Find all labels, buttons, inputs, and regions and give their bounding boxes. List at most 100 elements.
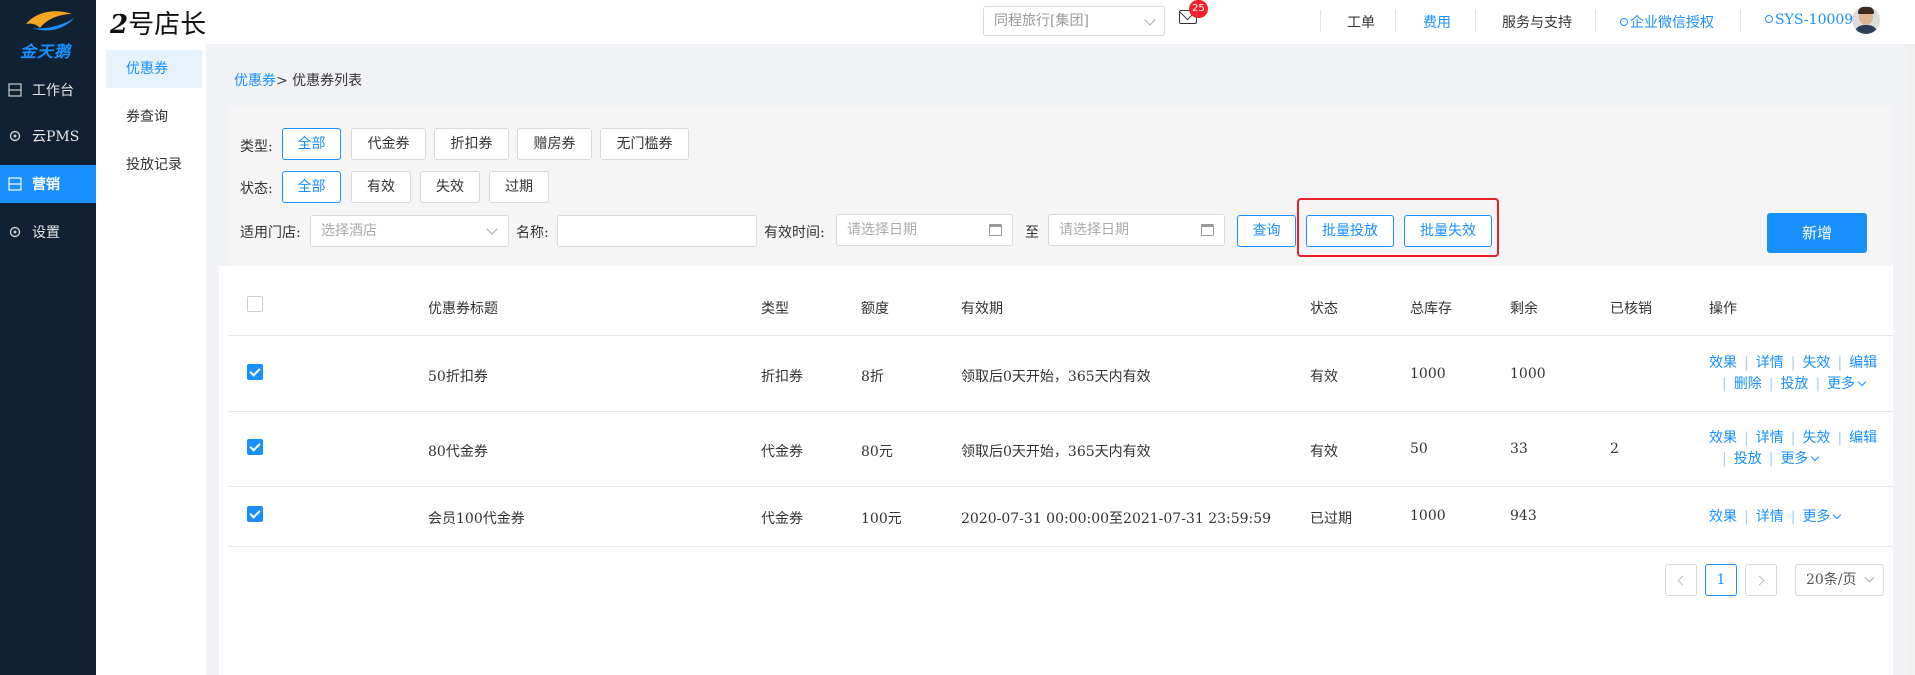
fee-link[interactable]: 费用 bbox=[1423, 12, 1451, 32]
store-select[interactable]: 选择酒店 bbox=[310, 215, 509, 247]
more-link[interactable]: 更多 bbox=[1827, 376, 1867, 392]
col-type: 类型 bbox=[761, 301, 789, 317]
col-used: 已核销 bbox=[1610, 301, 1652, 317]
breadcrumb-current: 优惠券列表 bbox=[287, 73, 363, 89]
name-label: 名称: bbox=[516, 225, 549, 241]
more-link[interactable]: 更多 bbox=[1802, 509, 1842, 525]
scrollbar[interactable] bbox=[1907, 44, 1915, 675]
row-checkbox[interactable] bbox=[247, 506, 263, 522]
coupon-type: 代金券 bbox=[761, 511, 803, 527]
marketing-icon bbox=[8, 177, 22, 191]
coupon-validity: 领取后0天开始，365天内有效 bbox=[961, 369, 1151, 385]
add-button[interactable]: 新增 bbox=[1767, 213, 1867, 253]
delete-link[interactable]: 删除 bbox=[1734, 376, 1762, 392]
nav-item-marketing[interactable]: 营销 bbox=[0, 165, 96, 203]
chevron-down-icon bbox=[1144, 14, 1156, 26]
effect-link[interactable]: 效果 bbox=[1709, 355, 1737, 371]
type-filter-voucher[interactable]: 代金券 bbox=[351, 128, 426, 160]
logo: 金天鹅 bbox=[0, 0, 96, 61]
coupon-used: 2 bbox=[1610, 441, 1619, 457]
issue-link[interactable]: 投放 bbox=[1780, 376, 1808, 392]
notification-badge: 25 bbox=[1189, 0, 1208, 18]
wechat-auth-link[interactable]: 企业微信授权 bbox=[1620, 12, 1714, 32]
more-link[interactable]: 更多 bbox=[1780, 451, 1820, 467]
subnav-item-coupon-query[interactable]: 券查询 bbox=[106, 98, 202, 136]
type-filter-discount[interactable]: 折扣券 bbox=[434, 128, 509, 160]
app-title: 2号店长 bbox=[110, 10, 207, 40]
subnav-item-coupons[interactable]: 优惠券 bbox=[106, 50, 202, 88]
divider bbox=[1395, 10, 1396, 32]
user-account-link[interactable]: SYS-10009 bbox=[1765, 12, 1853, 28]
gear-icon bbox=[9, 130, 21, 142]
batch-issue-button[interactable]: 批量投放 bbox=[1306, 215, 1394, 247]
workbench-icon bbox=[8, 83, 22, 97]
batch-invalidate-button[interactable]: 批量失效 bbox=[1404, 215, 1492, 247]
avatar[interactable] bbox=[1852, 6, 1880, 34]
query-button[interactable]: 查询 bbox=[1237, 215, 1296, 247]
nav-label: 营销 bbox=[32, 177, 60, 193]
type-filter-all[interactable]: 全部 bbox=[282, 128, 341, 160]
type-filter-room-gift[interactable]: 赠房券 bbox=[517, 128, 592, 160]
coupon-validity: 2020-07-31 00:00:00至2021-07-31 23:59:59 bbox=[961, 511, 1272, 527]
support-link[interactable]: 服务与支持 bbox=[1502, 12, 1572, 32]
calendar-icon bbox=[989, 224, 1002, 236]
row-actions-2: | 投放 | 更多 bbox=[1715, 449, 1820, 470]
next-page-button[interactable] bbox=[1745, 564, 1777, 596]
effect-link[interactable]: 效果 bbox=[1709, 509, 1737, 525]
coupon-amount: 80元 bbox=[861, 444, 893, 460]
gear-icon bbox=[9, 226, 21, 238]
edit-link[interactable]: 编辑 bbox=[1849, 430, 1877, 446]
end-date-input[interactable]: 请选择日期 bbox=[1048, 214, 1225, 246]
edit-link[interactable]: 编辑 bbox=[1849, 355, 1877, 371]
row-checkbox[interactable] bbox=[247, 439, 263, 455]
select-all-checkbox[interactable] bbox=[247, 296, 263, 312]
detail-link[interactable]: 详情 bbox=[1756, 430, 1784, 446]
coupon-remain: 33 bbox=[1510, 441, 1528, 457]
valid-time-label: 有效时间: bbox=[764, 225, 825, 241]
coupon-amount: 100元 bbox=[861, 511, 902, 527]
nav-item-workbench[interactable]: 工作台 bbox=[0, 70, 96, 110]
coupon-type: 代金券 bbox=[761, 444, 803, 460]
status-filter-all[interactable]: 全部 bbox=[282, 171, 341, 203]
org-select[interactable]: 同程旅行[集团] bbox=[983, 6, 1165, 36]
coupon-validity: 领取后0天开始，365天内有效 bbox=[961, 444, 1151, 460]
chevron-down-icon bbox=[1811, 452, 1820, 462]
col-validity: 有效期 bbox=[961, 301, 1003, 317]
detail-link[interactable]: 详情 bbox=[1756, 355, 1784, 371]
sub-nav: 优惠券 券查询 投放记录 bbox=[96, 44, 206, 675]
type-filter-no-threshold[interactable]: 无门槛券 bbox=[600, 128, 689, 160]
subnav-item-issue-records[interactable]: 投放记录 bbox=[106, 146, 202, 184]
breadcrumb-root[interactable]: 优惠券 bbox=[234, 73, 276, 89]
table-row: 80代金券 代金券 80元 领取后0天开始，365天内有效 有效 50 33 2 bbox=[229, 412, 1893, 487]
status-filter-valid[interactable]: 有效 bbox=[351, 171, 411, 203]
nav-item-settings[interactable]: 设置 bbox=[0, 212, 96, 252]
status-filter-invalid[interactable]: 失效 bbox=[420, 171, 480, 203]
coupon-remain: 943 bbox=[1510, 508, 1537, 524]
swan-logo-icon bbox=[26, 11, 74, 31]
to-label: 至 bbox=[1025, 225, 1039, 241]
name-input[interactable] bbox=[557, 215, 757, 247]
page-number-button[interactable]: 1 bbox=[1705, 564, 1737, 596]
start-date-input[interactable]: 请选择日期 bbox=[836, 214, 1013, 246]
detail-link[interactable]: 详情 bbox=[1756, 509, 1784, 525]
row-checkbox[interactable] bbox=[247, 364, 263, 380]
calendar-icon bbox=[1201, 224, 1214, 236]
ticket-link[interactable]: 工单 bbox=[1347, 12, 1375, 32]
page-size-select[interactable]: 20条/页 bbox=[1795, 564, 1884, 596]
coupon-title: 50折扣券 bbox=[428, 369, 488, 385]
coupon-remain: 1000 bbox=[1510, 366, 1546, 382]
nav-item-pms[interactable]: 云PMS bbox=[0, 116, 96, 156]
invalidate-link[interactable]: 失效 bbox=[1802, 430, 1830, 446]
chevron-right-icon bbox=[1754, 575, 1765, 586]
col-status: 状态 bbox=[1310, 301, 1338, 317]
nav-label: 设置 bbox=[32, 225, 60, 241]
effect-link[interactable]: 效果 bbox=[1709, 430, 1737, 446]
row-actions-2: | 删除 | 投放 | 更多 bbox=[1715, 374, 1867, 395]
status-filter-expired[interactable]: 过期 bbox=[489, 171, 549, 203]
chevron-down-icon bbox=[486, 223, 498, 235]
prev-page-button[interactable] bbox=[1665, 564, 1697, 596]
issue-link[interactable]: 投放 bbox=[1734, 451, 1762, 467]
col-amount: 额度 bbox=[861, 301, 889, 317]
coupon-status: 有效 bbox=[1310, 369, 1338, 385]
invalidate-link[interactable]: 失效 bbox=[1802, 355, 1830, 371]
